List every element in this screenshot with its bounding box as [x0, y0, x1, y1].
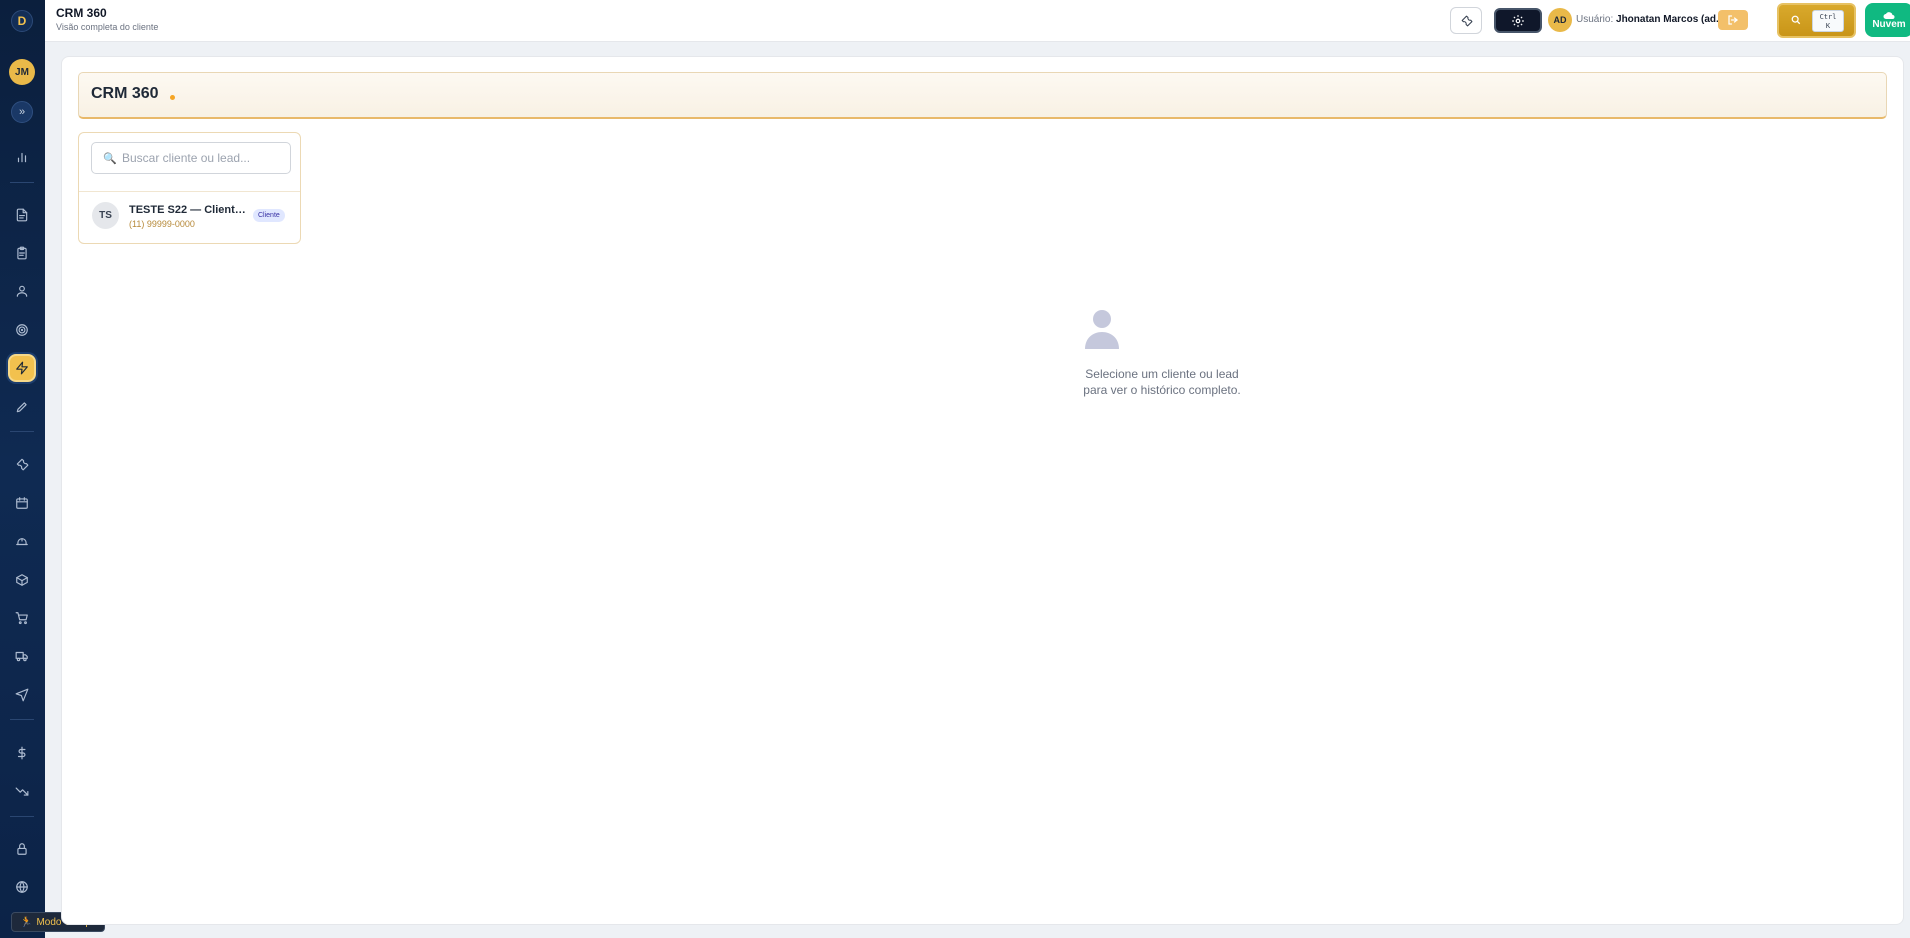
lock-icon: [17, 843, 27, 855]
global-search-button[interactable]: Ctrl K: [1777, 3, 1856, 38]
chart-icon: [17, 152, 27, 163]
client-search-box: 🔍: [91, 142, 291, 174]
document-icon: [16, 208, 28, 222]
wrench-icon: [16, 458, 29, 471]
empty-state-line-2: para ver o histórico completo.: [1083, 383, 1241, 397]
sidebar-item-web[interactable]: [8, 873, 36, 901]
walking-icon: 🏃: [20, 916, 33, 928]
cloud-sync-button[interactable]: Nuvem: [1865, 3, 1910, 37]
crm-header-title: CRM 360: [91, 85, 159, 102]
dollar-icon: [17, 746, 26, 760]
search-icon: 🔍: [103, 153, 117, 165]
hard-hat-icon: [16, 538, 28, 546]
sidebar-divider: [10, 431, 34, 432]
sidebar-item-dashboard[interactable]: [8, 143, 36, 171]
sidebar-item-tasks[interactable]: [8, 239, 36, 267]
sidebar-item-edit[interactable]: [8, 393, 36, 421]
lightning-icon: [16, 361, 28, 375]
page-title: CRM 360: [56, 6, 107, 20]
send-icon: [15, 688, 29, 702]
client-search-input[interactable]: [122, 143, 287, 173]
logout-icon: [1728, 15, 1739, 25]
cloud-label: Nuvem: [1872, 18, 1906, 30]
user-icon: [16, 285, 28, 297]
sidebar-item-calendar[interactable]: [8, 489, 36, 517]
client-name: TESTE S22 — Cliente...: [129, 204, 247, 216]
sidebar-divider: [10, 719, 34, 720]
shortcut-hint: Ctrl K: [1812, 10, 1844, 32]
client-phone: (11) 99999-0000: [129, 219, 195, 229]
sidebar-divider: [10, 816, 34, 817]
sidebar-item-finance[interactable]: [8, 739, 36, 767]
cloud-icon: [1883, 11, 1895, 19]
clipboard-icon: [17, 246, 27, 260]
person-placeholder-icon: [1085, 310, 1119, 349]
search-icon: [1791, 15, 1801, 25]
status-dot: [170, 95, 175, 100]
sidebar-item-tools[interactable]: [8, 450, 36, 478]
client-list-panel: 🔍 TS TESTE S22 — Cliente... (11) 99999-0…: [78, 132, 301, 244]
sidebar: D JM »: [0, 0, 45, 938]
target-icon: [16, 324, 28, 336]
sidebar-item-expenses[interactable]: [8, 777, 36, 805]
tools-button[interactable]: [1450, 7, 1482, 34]
empty-state-line-1: Selecione um cliente ou lead: [1085, 367, 1239, 381]
page-subtitle: Visão completa do cliente: [56, 22, 159, 32]
sidebar-item-sales[interactable]: [8, 604, 36, 632]
pencil-icon: [16, 402, 27, 413]
calendar-icon: [16, 497, 28, 509]
expand-sidebar-button[interactable]: »: [11, 101, 33, 123]
wrench-icon: [1461, 15, 1472, 27]
logout-button[interactable]: [1718, 10, 1748, 30]
empty-state-message: Selecione um cliente ou lead para ver o …: [1062, 366, 1262, 398]
list-item[interactable]: TS TESTE S22 — Cliente... (11) 99999-000…: [79, 192, 300, 243]
globe-icon: [16, 881, 28, 893]
sidebar-item-goals[interactable]: [8, 316, 36, 344]
sidebar-item-crm360[interactable]: [8, 354, 36, 382]
sidebar-item-services[interactable]: [8, 527, 36, 555]
package-icon: [16, 574, 28, 586]
sidebar-item-products[interactable]: [8, 566, 36, 594]
sidebar-item-delivery[interactable]: [8, 642, 36, 670]
gear-icon: [1512, 14, 1524, 27]
client-type-badge: Cliente: [253, 209, 285, 222]
sidebar-divider: [10, 182, 34, 183]
crm-header-card: CRM 360: [78, 72, 1887, 119]
truck-icon: [15, 651, 28, 662]
shortcut-key-k: K: [1825, 22, 1831, 30]
sidebar-user-avatar[interactable]: JM: [9, 59, 35, 85]
user-avatar[interactable]: AD: [1548, 8, 1572, 32]
main-panel: CRM 360 🔍 TS TESTE S22 — Cliente... (11)…: [61, 56, 1904, 925]
sidebar-item-documents[interactable]: [8, 201, 36, 229]
user-label: Usuário: Jhonatan Marcos (ad...: [1576, 14, 1724, 25]
shortcut-key-ctrl: Ctrl: [1819, 13, 1837, 21]
sidebar-item-users[interactable]: [8, 277, 36, 305]
settings-button[interactable]: [1494, 8, 1542, 33]
app-logo[interactable]: D: [11, 10, 33, 32]
user-prefix: Usuário:: [1576, 14, 1617, 25]
sidebar-item-security[interactable]: [8, 835, 36, 863]
topbar: CRM 360 Visão completa do cliente AD Usu…: [45, 0, 1910, 42]
sidebar-item-send[interactable]: [8, 681, 36, 709]
cart-icon: [15, 612, 28, 625]
client-avatar: TS: [92, 202, 119, 229]
user-name: Jhonatan Marcos (ad...: [1616, 14, 1725, 25]
trending-down-icon: [15, 787, 29, 796]
